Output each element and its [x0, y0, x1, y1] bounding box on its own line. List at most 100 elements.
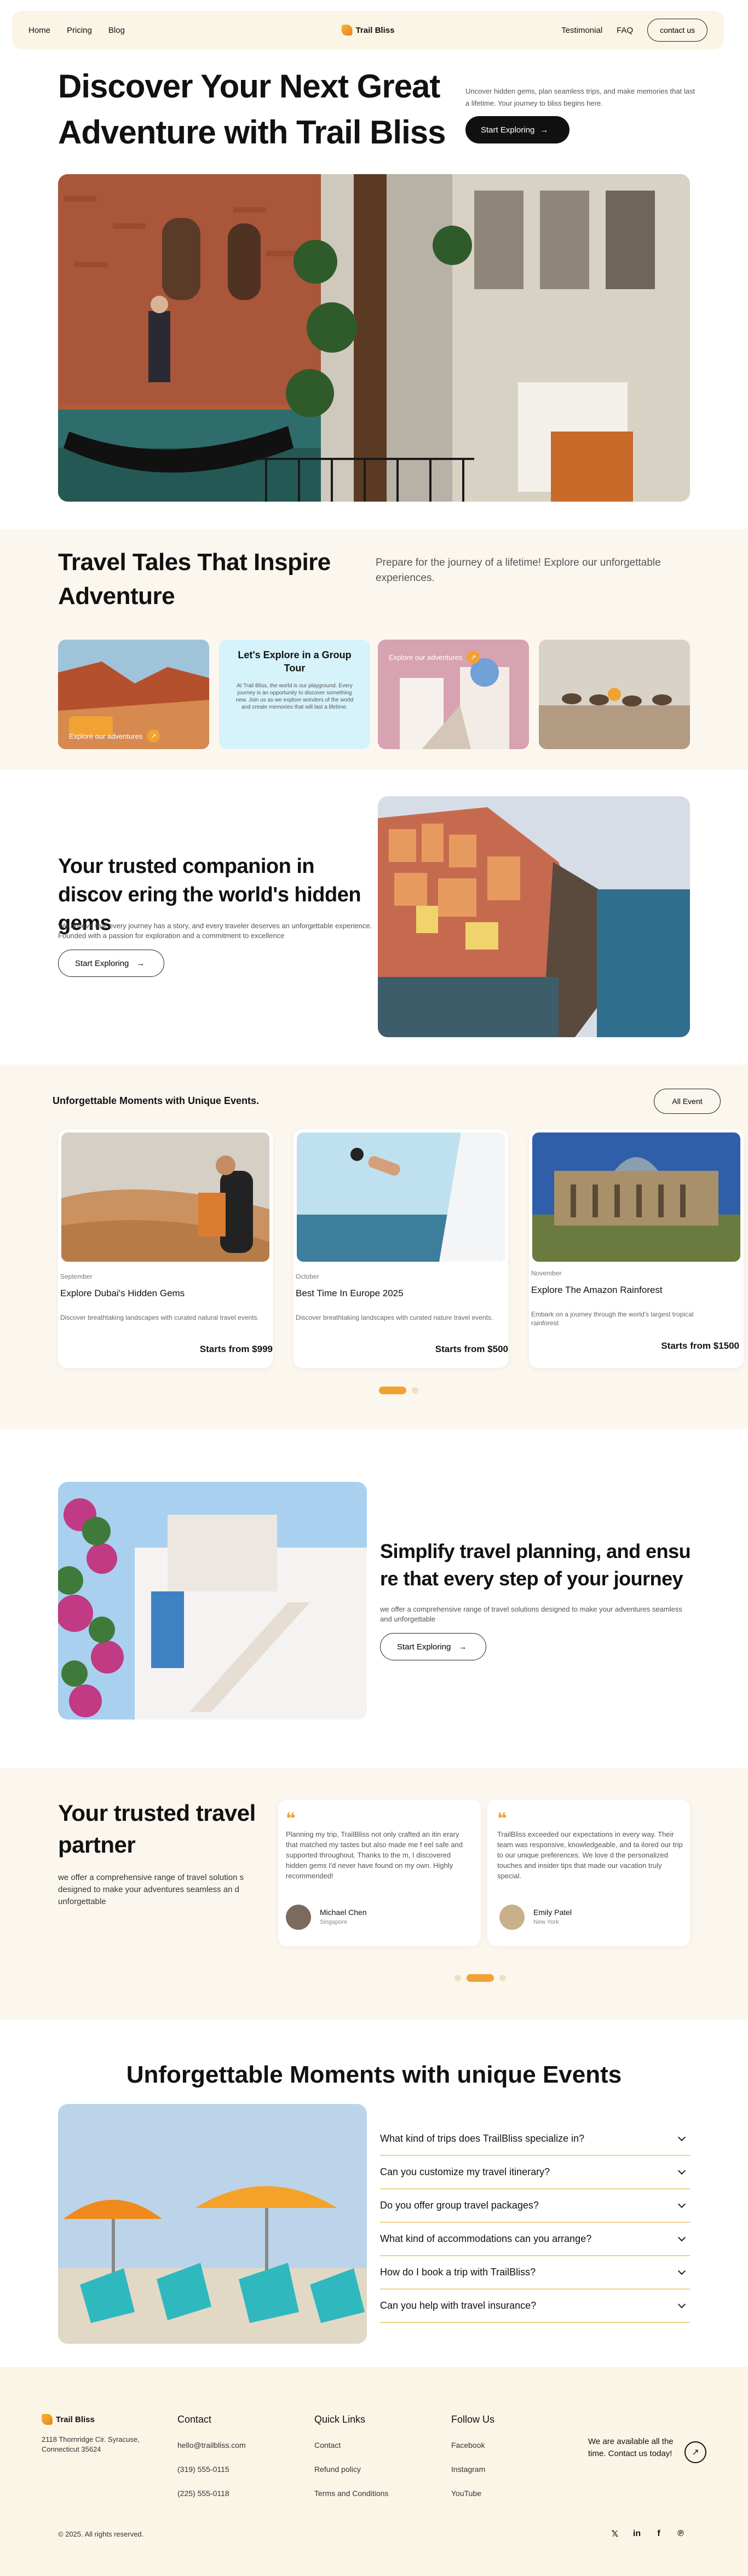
- arrow-icon: ↗: [467, 651, 480, 664]
- pinterest-icon[interactable]: ℗: [674, 2527, 688, 2541]
- group-tour-title: Let's Explore in a Group Tour: [238, 649, 352, 674]
- nav-pricing[interactable]: Pricing: [67, 26, 92, 35]
- testimonial-text: TrailBliss exceeded our expectations in …: [497, 1830, 683, 1880]
- testimonial-text: Planning my trip, TrailBliss not only cr…: [286, 1830, 463, 1880]
- tile-label-text: Explore our adventures: [69, 732, 143, 740]
- footer-link-contact[interactable]: Contact: [314, 2440, 388, 2451]
- event-month: November: [531, 1269, 562, 1277]
- event-description: Discover breathtaking landscapes with cu…: [60, 1314, 259, 1321]
- simplify-cta-label: Start Exploring: [397, 1642, 451, 1652]
- footer-phone[interactable]: (225) 555-0118: [177, 2488, 246, 2499]
- chevron-down-icon: [677, 2233, 686, 2241]
- footer-email[interactable]: hello@trailbliss.com: [177, 2440, 246, 2451]
- quote-icon: ❝: [497, 1810, 507, 1828]
- linkedin-icon[interactable]: in: [630, 2527, 644, 2541]
- simplify-start-exploring-button[interactable]: Start Exploring →: [380, 1633, 486, 1660]
- footer-phone[interactable]: (319) 555-0115: [177, 2464, 246, 2475]
- top-nav: Home Pricing Blog Trail Bliss Testimonia…: [12, 11, 724, 49]
- event-title: Explore Dubai's Hidden Gems: [60, 1288, 185, 1298]
- hero-image: [58, 174, 690, 502]
- carousel-dot[interactable]: [412, 1387, 418, 1394]
- faq-item[interactable]: What kind of accommodations can you arra…: [380, 2223, 690, 2256]
- faq-question: What kind of trips does TrailBliss speci…: [380, 2133, 585, 2144]
- footer-brand-name: Trail Bliss: [56, 2414, 95, 2424]
- companion-description: We believe that every journey has a stor…: [58, 922, 372, 940]
- carousel-dot-active[interactable]: [379, 1387, 406, 1394]
- footer-brand[interactable]: Trail Bliss: [42, 2414, 95, 2425]
- chevron-down-icon: [677, 2300, 686, 2308]
- group-tour-card: Let's Explore in a Group Tour At Trail B…: [219, 640, 370, 749]
- footer-link-refund[interactable]: Refund policy: [314, 2464, 388, 2475]
- event-description: Discover breathtaking landscapes with cu…: [296, 1314, 493, 1321]
- footer-contact: Contact hello@trailbliss.com (319) 555-0…: [177, 2414, 246, 2512]
- footer-link-youtube[interactable]: YouTube: [451, 2488, 494, 2499]
- event-title: Best Time In Europe 2025: [296, 1288, 404, 1298]
- hero-start-exploring-button[interactable]: Start Exploring →: [465, 116, 569, 143]
- simplify-title: Simplify travel planning, and ensu re th…: [380, 1540, 691, 1590]
- footer: Trail Bliss 2118 Thornridge Cir. Syracus…: [0, 2367, 748, 2576]
- facebook-icon[interactable]: f: [652, 2527, 666, 2541]
- footer-link-instagram[interactable]: Instagram: [451, 2464, 494, 2475]
- faq-item[interactable]: Do you offer group travel packages?: [380, 2189, 690, 2223]
- event-card-amazon[interactable]: November Explore The Amazon Rainforest E…: [529, 1129, 744, 1368]
- reichstag-image: [532, 1132, 740, 1262]
- simplify-description: we offer a comprehensive range of travel…: [380, 1605, 682, 1623]
- hero-cta-label: Start Exploring: [481, 125, 535, 135]
- cliff-village-illustration: [378, 796, 690, 1037]
- carousel-dot[interactable]: [499, 1975, 506, 1981]
- nav-home[interactable]: Home: [28, 26, 50, 35]
- carousel-dot-active[interactable]: [467, 1974, 494, 1982]
- faq-question: Can you help with travel insurance?: [380, 2300, 537, 2311]
- footer-quick-title: Quick Links: [314, 2414, 366, 2425]
- hero-title: Discover Your Next Great Adventure with …: [58, 68, 446, 151]
- event-card-europe[interactable]: October Best Time In Europe 2025 Discove…: [294, 1129, 508, 1368]
- footer-link-facebook[interactable]: Facebook: [451, 2440, 494, 2451]
- contact-arrow-button[interactable]: ↗: [684, 2441, 706, 2463]
- white-houses-illustration: [58, 1482, 367, 1720]
- footer-link-terms[interactable]: Terms and Conditions: [314, 2488, 388, 2499]
- hero-description: Uncover hidden gems, plan seamless trips…: [465, 87, 695, 107]
- chevron-down-icon: [677, 2166, 686, 2175]
- europe-image: [297, 1132, 505, 1262]
- arrow-icon: ↗: [147, 729, 160, 743]
- testimonial-name: Emily Patel: [533, 1908, 572, 1917]
- testimonial-card: ❝ Planning my trip, TrailBliss not only …: [278, 1799, 481, 1946]
- event-price: Starts from $500: [435, 1344, 508, 1354]
- brand-logo[interactable]: Trail Bliss: [341, 25, 395, 36]
- carousel-dot[interactable]: [454, 1975, 461, 1981]
- event-card-dubai[interactable]: September Explore Dubai's Hidden Gems Di…: [58, 1129, 273, 1368]
- companion-cta-label: Start Exploring: [75, 958, 129, 968]
- social-icons: 𝕏 in f ℗: [608, 2527, 688, 2541]
- chevron-down-icon: [677, 2133, 686, 2141]
- faq-item[interactable]: Can you help with travel insurance?: [380, 2290, 690, 2323]
- testimonial-card: ❝ TrailBliss exceeded our expectations i…: [487, 1799, 690, 1946]
- twitter-icon[interactable]: 𝕏: [608, 2527, 622, 2541]
- footer-availability: We are available all the time. Contact u…: [588, 2437, 674, 2458]
- footer-follow: Follow Us Facebook Instagram YouTube: [451, 2414, 494, 2512]
- nav-blog[interactable]: Blog: [108, 26, 125, 35]
- faq-item[interactable]: What kind of trips does TrailBliss speci…: [380, 2123, 690, 2156]
- tile-santorini[interactable]: Explore our adventures ↗: [378, 640, 529, 749]
- all-event-button[interactable]: All Event: [654, 1089, 721, 1114]
- contact-us-button[interactable]: contact us: [647, 19, 707, 42]
- chevron-down-icon: [677, 2200, 686, 2208]
- brand-name: Trail Bliss: [355, 25, 395, 35]
- faq-question: Can you customize my travel itinerary?: [380, 2166, 550, 2177]
- testimonial-location: New York: [533, 1919, 559, 1925]
- faq-list: What kind of trips does TrailBliss speci…: [380, 2123, 690, 2323]
- companion-start-exploring-button[interactable]: Start Exploring →: [58, 950, 164, 977]
- faq-item[interactable]: Can you customize my travel itinerary?: [380, 2156, 690, 2189]
- event-month: September: [60, 1273, 93, 1280]
- tile-label-text: Explore our adventures: [389, 653, 463, 662]
- faq-item[interactable]: How do I book a trip with TrailBliss?: [380, 2256, 690, 2290]
- faq-title: Unforgettable Moments with unique Events: [126, 2061, 622, 2088]
- arrow-up-right-icon: ↗: [692, 2448, 699, 2457]
- nav-testimonial[interactable]: Testimonial: [561, 26, 602, 35]
- arrow-right-icon: →: [540, 125, 549, 135]
- group-tour-text: At Trail Bliss, the world is our playgro…: [235, 683, 354, 710]
- umbrellas-illustration: [58, 2104, 367, 2344]
- nav-faq[interactable]: FAQ: [617, 26, 633, 35]
- arrow-right-icon: →: [458, 1642, 467, 1652]
- tile-canyon[interactable]: Explore our adventures ↗: [58, 640, 209, 749]
- tile-desert-camels[interactable]: [539, 640, 690, 749]
